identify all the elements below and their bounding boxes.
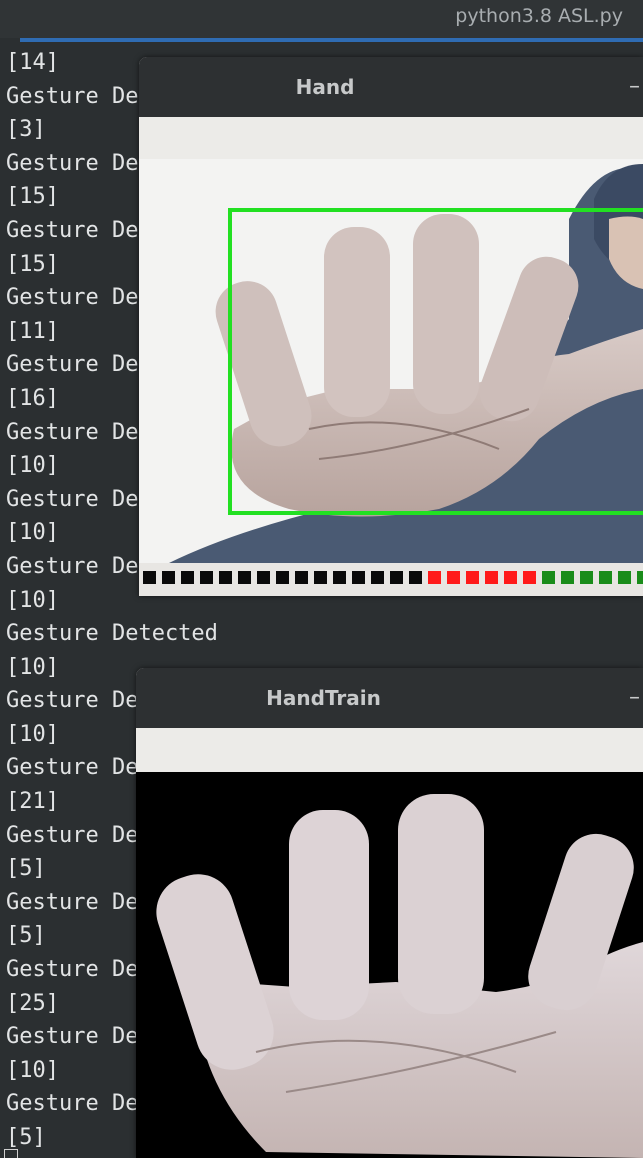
trackbar-segment <box>352 571 365 584</box>
minimize-icon[interactable]: – <box>629 57 643 117</box>
trackbar-segment <box>447 571 460 584</box>
terminal-title: python3.8 ASL.py <box>455 5 623 27</box>
trackbar-segment <box>200 571 213 584</box>
trackbar-segment <box>181 571 194 584</box>
terminal-title-bar: python3.8 ASL.py <box>0 0 643 38</box>
terminal-line: Gesture Detected <box>6 621 218 647</box>
trackbar-segment <box>314 571 327 584</box>
hand-window[interactable]: Hand – <box>139 57 643 596</box>
hand-train-window-toolbar <box>136 728 643 772</box>
trackbar-segment <box>257 571 270 584</box>
trackbar-segment <box>162 571 175 584</box>
trackbar-segment <box>219 571 232 584</box>
trackbar-segment <box>523 571 536 584</box>
camera-feed <box>139 159 643 563</box>
trackbar-segment <box>618 571 631 584</box>
trackbar-segment <box>143 571 156 584</box>
active-tab-indicator <box>20 38 643 42</box>
trackbar-segment <box>580 571 593 584</box>
trackbar-segment <box>276 571 289 584</box>
trackbar-segment <box>371 571 384 584</box>
trackbar-segments <box>143 571 643 585</box>
segmented-hand-mask <box>136 772 643 1158</box>
hand-window-toolbar <box>139 117 643 159</box>
trackbar-segment <box>485 571 498 584</box>
trackbar-segment <box>504 571 517 584</box>
trackbar-segment <box>333 571 346 584</box>
trackbar-segment <box>561 571 574 584</box>
trackbar-segment <box>238 571 251 584</box>
hand-train-window-title: HandTrain <box>266 686 381 710</box>
terminal-cursor <box>4 1149 18 1158</box>
hand-window-title: Hand <box>295 75 355 99</box>
trackbar-segment <box>428 571 441 584</box>
minimize-icon[interactable]: – <box>629 668 643 728</box>
hand-train-window-titlebar[interactable]: HandTrain – <box>136 668 643 728</box>
trackbar-segment <box>637 571 643 584</box>
trackbar-segment <box>409 571 422 584</box>
trackbar-segment <box>542 571 555 584</box>
trackbar-segment <box>599 571 612 584</box>
hand-window-titlebar[interactable]: Hand – <box>139 57 643 117</box>
trackbar-segment <box>466 571 479 584</box>
trackbar-segment <box>390 571 403 584</box>
hand-train-window[interactable]: HandTrain – <box>136 668 643 1158</box>
trackbar-segment <box>295 571 308 584</box>
threshold-trackbar[interactable] <box>139 563 643 596</box>
